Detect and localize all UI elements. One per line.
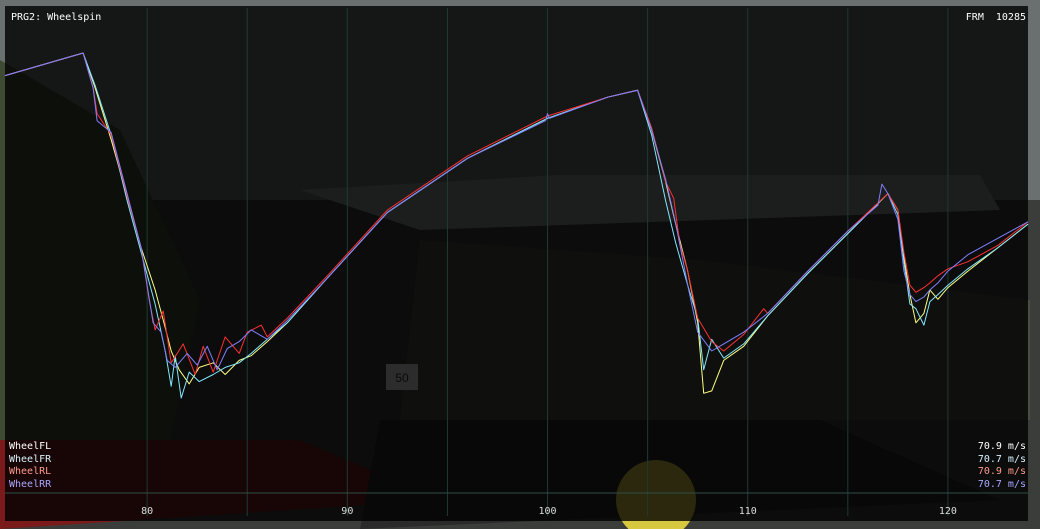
wheelspin-chart [4, 8, 1029, 516]
overlay-title: PRG2: Wheelspin [11, 12, 102, 23]
series-line-wheelfr [4, 52, 1029, 399]
readout-wheelfr: 70.7 m/s [977, 453, 1026, 465]
x-tick-label-90: 90 [341, 506, 354, 517]
frame-label: FRM [965, 12, 984, 23]
legend-entry-wheelrr: WheelRR [9, 478, 52, 490]
legend-entry-wheelfr: WheelFR [9, 453, 52, 465]
x-tick-label-100: 100 [538, 506, 557, 517]
value-readout: 70.9 m/s 70.7 m/s 70.9 m/s 70.7 m/s [978, 441, 1026, 491]
x-tick-label-110: 110 [738, 506, 757, 517]
readout-wheelrr: 70.7 m/s [977, 478, 1026, 490]
x-tick-label-80: 80 [141, 506, 154, 517]
telemetry-screen: 50 PRG2: Wheelspin FRM 10285 WheelFL Whe… [0, 0, 1040, 529]
legend-entry-wheelrl: WheelRL [9, 466, 52, 477]
legend-entry-wheelfl: WheelFL [9, 441, 52, 452]
x-tick-label-120: 120 [938, 506, 957, 517]
frame-counter: FRM 10285 [966, 12, 1026, 24]
series-line-wheelrl [4, 52, 1029, 375]
series-line-wheelfl [4, 52, 1029, 394]
readout-wheelrl: 70.9 m/s [977, 466, 1026, 477]
legend: WheelFL WheelFR WheelRL WheelRR [9, 441, 51, 491]
frame-value: 10285 [995, 12, 1026, 23]
readout-wheelfl: 70.9 m/s [977, 441, 1026, 452]
